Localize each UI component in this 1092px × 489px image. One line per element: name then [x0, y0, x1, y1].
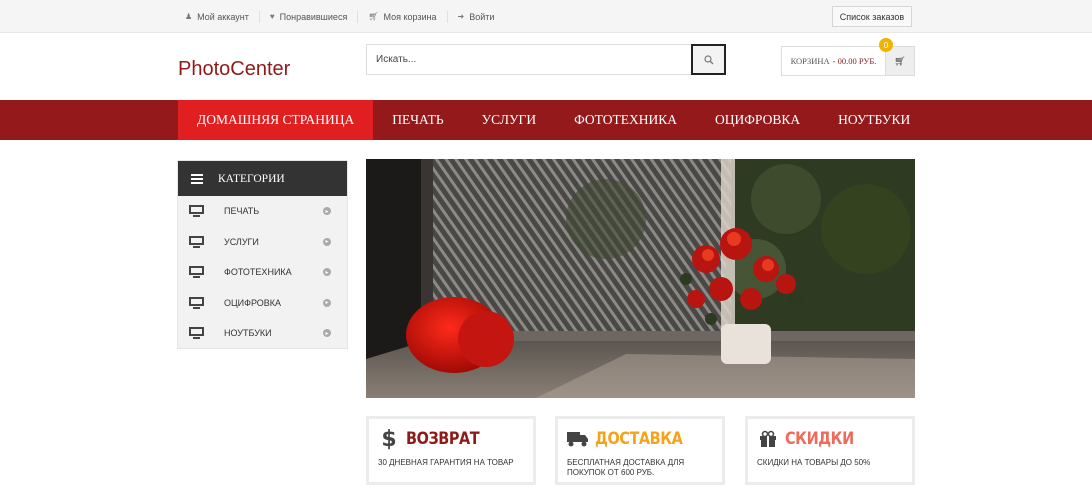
heart-icon: ♥: [269, 12, 275, 21]
search-button[interactable]: [691, 44, 726, 75]
nav-item-photo-equipment[interactable]: ФОТОТЕХНИКА: [555, 100, 696, 140]
my-cart-label: Моя корзина: [383, 11, 437, 22]
category-item-digitizing[interactable]: ОЦИФРОВКА ▸: [178, 288, 347, 319]
cart-sum: - 00.00 РУБ.: [832, 56, 877, 66]
main-nav: ДОМАШНЯЯ СТРАНИЦА ПЕЧАТЬ УСЛУГИ ФОТОТЕХН…: [0, 100, 1092, 140]
hero-banner-image[interactable]: [366, 159, 915, 398]
nav-item-digitizing[interactable]: ОЦИФРОВКА: [696, 100, 819, 140]
orders-list-button[interactable]: Список заказов: [832, 6, 912, 27]
login-label: Войти: [469, 11, 495, 22]
monitor-icon: [189, 296, 205, 309]
chevron-right-icon: ▸: [323, 329, 331, 337]
top-bar: ♟ Мой аккаунт ♥ Понравившиеся 🛒︎ Моя кор…: [0, 0, 1092, 33]
cart-icon: 🛒︎: [894, 55, 906, 66]
category-label: НОУТБУКИ: [224, 328, 272, 339]
feature-delivery: ДОСТАВКА БЕСПЛАТНАЯ ДОСТАВКА ДЛЯ ПОКУПОК…: [555, 416, 725, 485]
feature-discounts: СКИДКИ СКИДКИ НА ТОВАРЫ ДО 50%: [745, 416, 915, 485]
chevron-right-icon: ▸: [323, 237, 331, 246]
my-account-label: Мой аккаунт: [197, 11, 249, 22]
category-label: ОЦИФРОВКА: [224, 297, 282, 308]
cart-count-badge: 0: [879, 38, 893, 52]
category-item-laptops[interactable]: НОУТБУКИ ▸: [178, 318, 347, 349]
search-bar: [366, 44, 726, 75]
cart-summary[interactable]: КОРЗИНА - 00.00 РУБ.: [782, 47, 885, 75]
categories-title: КАТЕГОРИИ: [218, 172, 285, 185]
gift-icon: [757, 428, 779, 450]
nav-item-print[interactable]: ПЕЧАТЬ: [373, 100, 462, 140]
my-cart-link[interactable]: 🛒︎ Моя корзина: [357, 10, 446, 23]
cart-button[interactable]: 🛒︎: [885, 47, 914, 75]
login-link[interactable]: ➜ Войти: [446, 10, 505, 23]
user-icon: ♟: [185, 12, 193, 21]
feature-description: СКИДКИ НА ТОВАРЫ ДО 50%: [757, 458, 871, 467]
feature-title: ДОСТАВКА: [595, 429, 683, 449]
chevron-right-icon: ▸: [323, 268, 331, 276]
monitor-icon: [189, 205, 205, 218]
feature-title: ВОЗВРАТ: [406, 429, 480, 449]
menu-icon: [191, 173, 203, 184]
top-links: ♟ Мой аккаунт ♥ Понравившиеся 🛒︎ Моя кор…: [178, 0, 504, 33]
cart-widget[interactable]: КОРЗИНА - 00.00 РУБ. 🛒︎: [781, 46, 915, 76]
favorites-label: Понравившиеся: [279, 11, 348, 22]
feature-description: 30 ДНЕВНАЯ ГАРАНТИЯ НА ТОВАР: [378, 458, 514, 467]
dollar-icon: $: [381, 426, 397, 452]
nav-item-home[interactable]: ДОМАШНЯЯ СТРАНИЦА: [178, 100, 374, 140]
category-label: УСЛУГИ: [224, 236, 259, 247]
category-item-photo-equipment[interactable]: ФОТОТЕХНИКА ▸: [178, 257, 347, 288]
category-label: ПЕЧАТЬ: [224, 206, 260, 217]
chevron-right-icon: ▸: [323, 298, 331, 307]
category-item-services[interactable]: УСЛУГИ ▸: [178, 227, 347, 258]
favorites-link[interactable]: ♥ Понравившиеся: [258, 10, 357, 23]
categories-sidebar: КАТЕГОРИИ ПЕЧАТЬ ▸ УСЛУГИ ▸ ФОТОТЕХНИКА …: [177, 160, 348, 349]
my-account-link[interactable]: ♟ Мой аккаунт: [178, 11, 259, 23]
monitor-icon: [189, 235, 205, 248]
monitor-icon: [189, 266, 205, 279]
banner-photo: [366, 159, 915, 398]
category-label: ФОТОТЕХНИКА: [224, 267, 292, 278]
nav-item-laptops[interactable]: НОУТБУКИ: [819, 100, 929, 140]
truck-icon: [567, 428, 589, 450]
monitor-icon: [189, 327, 205, 340]
cart-label: КОРЗИНА: [790, 56, 830, 66]
search-icon: [703, 54, 713, 64]
feature-description: БЕСПЛАТНАЯ ДОСТАВКА ДЛЯ ПОКУПОК ОТ 600 Р…: [567, 458, 685, 477]
login-icon: ➜: [457, 12, 465, 21]
cart-icon: 🛒︎: [368, 12, 379, 21]
chevron-right-icon: ▸: [323, 207, 331, 215]
categories-header: КАТЕГОРИИ: [178, 161, 347, 196]
search-input[interactable]: [367, 45, 691, 74]
feature-title: СКИДКИ: [785, 429, 854, 449]
category-item-print[interactable]: ПЕЧАТЬ ▸: [178, 196, 347, 227]
feature-returns: $ ВОЗВРАТ 30 ДНЕВНАЯ ГАРАНТИЯ НА ТОВАР: [366, 416, 536, 485]
nav-item-services[interactable]: УСЛУГИ: [463, 100, 556, 140]
logo[interactable]: PhotoCenter: [178, 58, 290, 81]
